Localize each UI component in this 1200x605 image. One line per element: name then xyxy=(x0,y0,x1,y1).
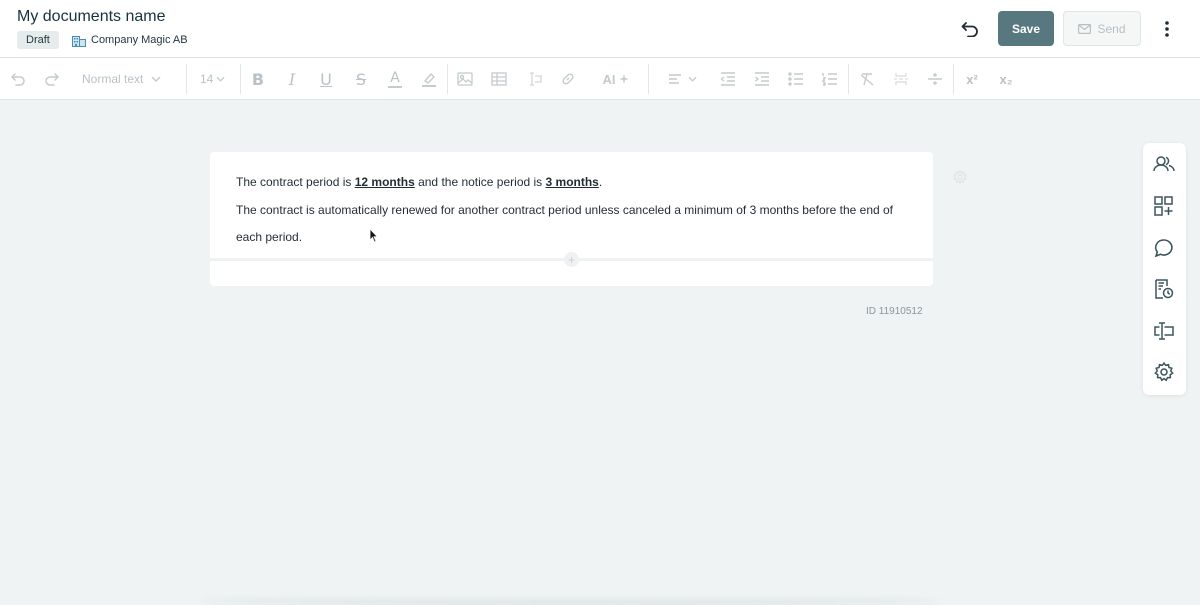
text-field-icon[interactable] xyxy=(1153,320,1175,342)
color-bar xyxy=(388,85,402,88)
clear-format-icon[interactable] xyxy=(858,67,876,91)
font-color-glyph: A xyxy=(390,69,400,86)
send-button: Send xyxy=(1063,11,1141,46)
add-block-icon[interactable]: + xyxy=(564,252,579,267)
redo-icon[interactable] xyxy=(42,67,62,91)
bold-icon[interactable]: B xyxy=(249,67,267,91)
more-options-icon[interactable] xyxy=(1156,16,1178,42)
indent-icon[interactable] xyxy=(753,67,771,91)
toolbar-divider xyxy=(186,64,187,94)
font-color-icon[interactable]: A xyxy=(386,67,404,91)
company-link[interactable]: Company Magic AB xyxy=(72,32,188,48)
subscript-icon[interactable]: x₂ xyxy=(997,67,1015,91)
undo-icon[interactable] xyxy=(8,67,28,91)
settings-icon[interactable] xyxy=(1153,361,1175,383)
ai-label: AI xyxy=(602,71,616,87)
chevron-down-icon xyxy=(216,76,225,82)
superscript-icon[interactable]: x² xyxy=(963,67,981,91)
highlight-icon[interactable] xyxy=(420,67,438,91)
toolbar-divider xyxy=(953,64,954,94)
link-icon[interactable] xyxy=(559,67,577,91)
document-title[interactable]: My documents name xyxy=(17,8,166,26)
add-block-icon[interactable] xyxy=(1153,195,1175,217)
ai-assistant-button[interactable]: AI xyxy=(598,67,634,91)
formatting-toolbar: Normal text 14 B I U S A AI x² x₂ xyxy=(0,58,1200,100)
send-label: Send xyxy=(1097,21,1126,36)
comment-icon[interactable] xyxy=(1153,237,1175,259)
document-block[interactable]: The contract period is 12 months and the… xyxy=(210,152,933,286)
side-panel xyxy=(1143,143,1186,395)
company-icon xyxy=(72,35,86,47)
bullet-list-icon[interactable] xyxy=(787,67,805,91)
sparkle-icon xyxy=(618,74,629,84)
document-history-icon[interactable] xyxy=(1153,278,1175,300)
paragraph-renewal-continued[interactable]: each period. xyxy=(236,230,302,244)
outdent-icon[interactable] xyxy=(719,67,737,91)
horizontal-rule-icon[interactable] xyxy=(926,67,944,91)
document-id: ID 11910512 xyxy=(866,306,923,317)
page-shadow xyxy=(200,597,940,605)
align-left-icon xyxy=(668,74,681,84)
text-field-icon[interactable] xyxy=(525,67,543,91)
table-icon[interactable] xyxy=(490,67,508,91)
people-icon[interactable] xyxy=(1153,153,1175,175)
text-style-value: Normal text xyxy=(82,72,144,86)
toolbar-divider xyxy=(648,64,649,94)
italic-icon[interactable]: I xyxy=(283,67,301,91)
contract-period-value[interactable]: 12 months xyxy=(355,175,415,189)
image-icon[interactable] xyxy=(456,67,474,91)
font-size-select[interactable]: 14 xyxy=(200,67,230,91)
text-style-select[interactable]: Normal text xyxy=(82,67,174,91)
font-size-value: 14 xyxy=(200,72,214,86)
notice-period-value[interactable]: 3 months xyxy=(546,175,599,189)
toolbar-divider xyxy=(848,64,849,94)
save-button[interactable]: Save xyxy=(998,11,1054,46)
chevron-down-icon xyxy=(687,76,697,82)
status-badge: Draft xyxy=(17,31,59,49)
mail-icon xyxy=(1078,23,1092,34)
paragraph-renewal[interactable]: The contract is automatically renewed fo… xyxy=(236,203,893,217)
mouse-cursor-icon xyxy=(369,228,379,243)
text-run: . xyxy=(598,175,603,189)
block-settings-icon[interactable] xyxy=(953,170,967,184)
numbered-list-icon[interactable] xyxy=(821,67,839,91)
toolbar-divider xyxy=(447,64,448,94)
company-name: Company Magic AB xyxy=(91,34,188,46)
text-run: The contract period is xyxy=(236,175,355,189)
paragraph-contract-period[interactable]: The contract period is 12 months and the… xyxy=(236,175,602,189)
chevron-down-icon xyxy=(151,76,161,82)
text-run: and the notice period is xyxy=(414,175,546,189)
page-break-icon[interactable] xyxy=(892,67,910,91)
toolbar-divider xyxy=(240,64,241,94)
align-select[interactable] xyxy=(664,67,700,91)
document-header: My documents name Draft Company Magic AB… xyxy=(0,0,1200,58)
underline-icon[interactable]: U xyxy=(317,67,335,91)
strikethrough-icon[interactable]: S xyxy=(352,67,370,91)
undo-icon[interactable] xyxy=(958,17,982,41)
